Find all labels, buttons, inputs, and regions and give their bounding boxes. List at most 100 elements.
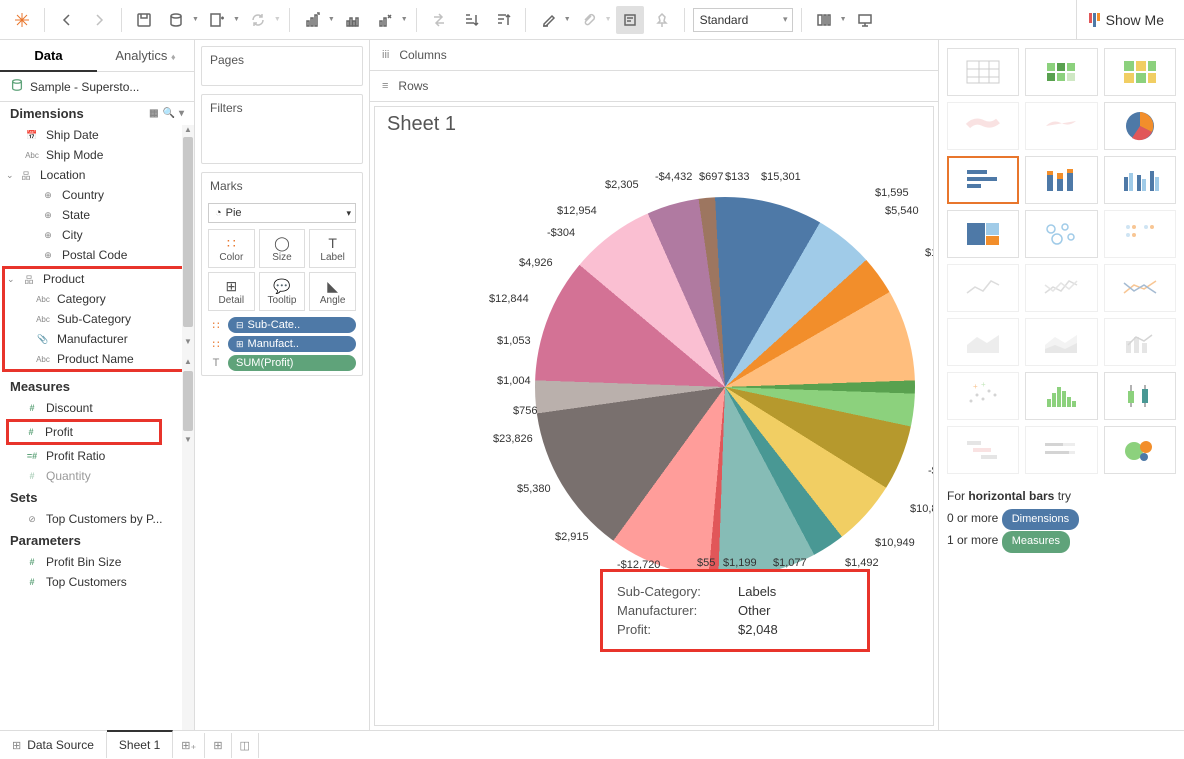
tab-analytics[interactable]: Analytics ♦	[97, 40, 194, 71]
scrollbar-thumb[interactable]	[183, 371, 193, 431]
field-city[interactable]: ⊕City	[0, 225, 194, 245]
mark-type-dropdown[interactable]: ◔Pie	[208, 203, 356, 223]
collapse-icon[interactable]: ⌄	[7, 274, 15, 285]
showme-boxplot[interactable]	[1104, 372, 1176, 420]
columns-shelf[interactable]: iiiColumns	[370, 40, 938, 71]
field-product-name[interactable]: AbcProduct Name	[5, 349, 183, 369]
duplicate-sheet-button[interactable]	[339, 6, 367, 34]
showme-area-continuous[interactable]	[947, 318, 1019, 366]
pill-manufacturer[interactable]: ⊞Manufact..	[228, 336, 356, 352]
tab-data[interactable]: Data	[0, 40, 97, 71]
new-dashboard-icon: ⊞	[213, 739, 222, 752]
new-worksheet-button[interactable]: ⊞₊	[173, 733, 205, 758]
field-category[interactable]: AbcCategory	[5, 289, 183, 309]
rows-shelf[interactable]: ≡Rows	[370, 71, 938, 102]
new-dashboard-button[interactable]: ⊞	[205, 733, 231, 758]
scrollbar-thumb[interactable]	[183, 137, 193, 327]
field-country[interactable]: ⊕Country	[0, 185, 194, 205]
showme-dual-line[interactable]	[1104, 264, 1176, 312]
showme-packed-bubbles[interactable]	[1104, 426, 1176, 474]
tableau-logo-icon[interactable]	[8, 6, 36, 34]
showme-heatmap[interactable]	[1025, 48, 1097, 96]
marks-angle-button[interactable]: ◣Angle	[309, 272, 356, 311]
showme-line-continuous[interactable]	[947, 264, 1019, 312]
chart-label: $10,847	[910, 503, 934, 515]
marks-label-button[interactable]: TLabel	[309, 229, 356, 268]
view-as-list-icon[interactable]: ▦	[149, 108, 158, 119]
field-manufacturer[interactable]: 📎Manufacturer	[5, 329, 183, 349]
field-profit-ratio[interactable]: =#Profit Ratio	[0, 446, 194, 466]
show-me-toggle[interactable]: Show Me	[1076, 0, 1176, 39]
showme-gantt[interactable]	[947, 426, 1019, 474]
field-top-customers-param[interactable]: #Top Customers	[0, 572, 194, 592]
sort-desc-button[interactable]	[489, 6, 517, 34]
clear-sheet-button[interactable]	[371, 6, 399, 34]
refresh-button[interactable]	[244, 6, 272, 34]
showme-area-discrete[interactable]	[1025, 318, 1097, 366]
pie-chart[interactable]	[535, 197, 915, 577]
field-top-customers-set[interactable]: ⊘Top Customers by P...	[0, 509, 194, 529]
new-story-button[interactable]: ◫	[232, 733, 259, 758]
collapse-icon[interactable]: ⌄	[6, 170, 14, 181]
showme-scatter[interactable]: ++	[947, 372, 1019, 420]
showme-side-circles[interactable]	[1104, 210, 1176, 258]
sets-header: Sets	[10, 490, 37, 505]
show-labels-button[interactable]	[616, 6, 644, 34]
search-icon[interactable]: 🔍	[163, 108, 175, 119]
field-postal-code[interactable]: ⊕Postal Code	[0, 245, 194, 265]
datasource-item[interactable]: Sample - Supersto...	[0, 72, 194, 101]
show-cards-button[interactable]	[810, 6, 838, 34]
showme-pie[interactable]	[1104, 102, 1176, 150]
showme-bullet[interactable]	[1025, 426, 1097, 474]
view-size-dropdown[interactable]: Standard	[693, 8, 793, 32]
swap-button[interactable]	[425, 6, 453, 34]
marks-color-button[interactable]: ∷Color	[208, 229, 255, 268]
showme-side-bars[interactable]	[1104, 156, 1176, 204]
marks-detail-button[interactable]: ⊞Detail	[208, 272, 255, 311]
forward-button[interactable]	[85, 6, 113, 34]
tab-data-source[interactable]: ⊞Data Source	[0, 732, 107, 758]
field-location[interactable]: ⌄品Location	[0, 165, 194, 185]
showme-dual-combo[interactable]	[1104, 318, 1176, 366]
filters-card[interactable]: Filters	[201, 94, 363, 164]
new-sheet-button[interactable]	[298, 6, 326, 34]
scrollbar[interactable]: ▲ ▼ ▲ ▼	[182, 125, 194, 730]
field-ship-mode[interactable]: AbcShip Mode	[0, 145, 194, 165]
showme-line-discrete[interactable]	[1025, 264, 1097, 312]
new-datasource-button[interactable]	[162, 6, 190, 34]
field-profit[interactable]: #Profit	[9, 422, 159, 442]
field-discount[interactable]: #Discount	[0, 398, 194, 418]
field-state[interactable]: ⊕State	[0, 205, 194, 225]
sheet-title[interactable]: Sheet 1	[375, 107, 933, 142]
pill-sum-profit[interactable]: SUM(Profit)	[228, 355, 356, 371]
save-button[interactable]	[130, 6, 158, 34]
tab-sheet-1[interactable]: Sheet 1	[107, 730, 173, 758]
marks-tooltip-button[interactable]: 💬Tooltip	[259, 272, 306, 311]
sort-asc-button[interactable]	[457, 6, 485, 34]
presentation-button[interactable]	[851, 6, 879, 34]
field-sub-category[interactable]: AbcSub-Category	[5, 309, 183, 329]
marks-size-button[interactable]: ◯Size	[259, 229, 306, 268]
viz-area[interactable]: Sheet 1 $133 $15,301 $1,595 $5,540 $1,70…	[374, 106, 934, 726]
back-button[interactable]	[53, 6, 81, 34]
showme-histogram[interactable]	[1025, 372, 1097, 420]
pages-card[interactable]: Pages	[201, 46, 363, 86]
highlight-button[interactable]	[534, 6, 562, 34]
showme-highlight-table[interactable]	[1104, 48, 1176, 96]
field-ship-date[interactable]: 📅Ship Date	[0, 125, 194, 145]
pin-button[interactable]	[648, 6, 676, 34]
attach-button[interactable]	[575, 6, 603, 34]
showme-treemap[interactable]	[947, 210, 1019, 258]
field-quantity[interactable]: #Quantity	[0, 466, 194, 486]
field-profit-bin-size[interactable]: #Profit Bin Size	[0, 552, 194, 572]
showme-symbol-map[interactable]	[947, 102, 1019, 150]
menu-icon[interactable]: ▾	[179, 108, 184, 119]
showme-table[interactable]	[947, 48, 1019, 96]
showme-horizontal-bars[interactable]	[947, 156, 1019, 204]
pill-sub-category[interactable]: ⊟Sub-Cate..	[228, 317, 356, 333]
showme-filled-map[interactable]	[1025, 102, 1097, 150]
showme-stacked-bars[interactable]	[1025, 156, 1097, 204]
field-product[interactable]: ⌄品Product	[5, 269, 183, 289]
new-worksheet-button[interactable]	[203, 6, 231, 34]
showme-circle-views[interactable]	[1025, 210, 1097, 258]
